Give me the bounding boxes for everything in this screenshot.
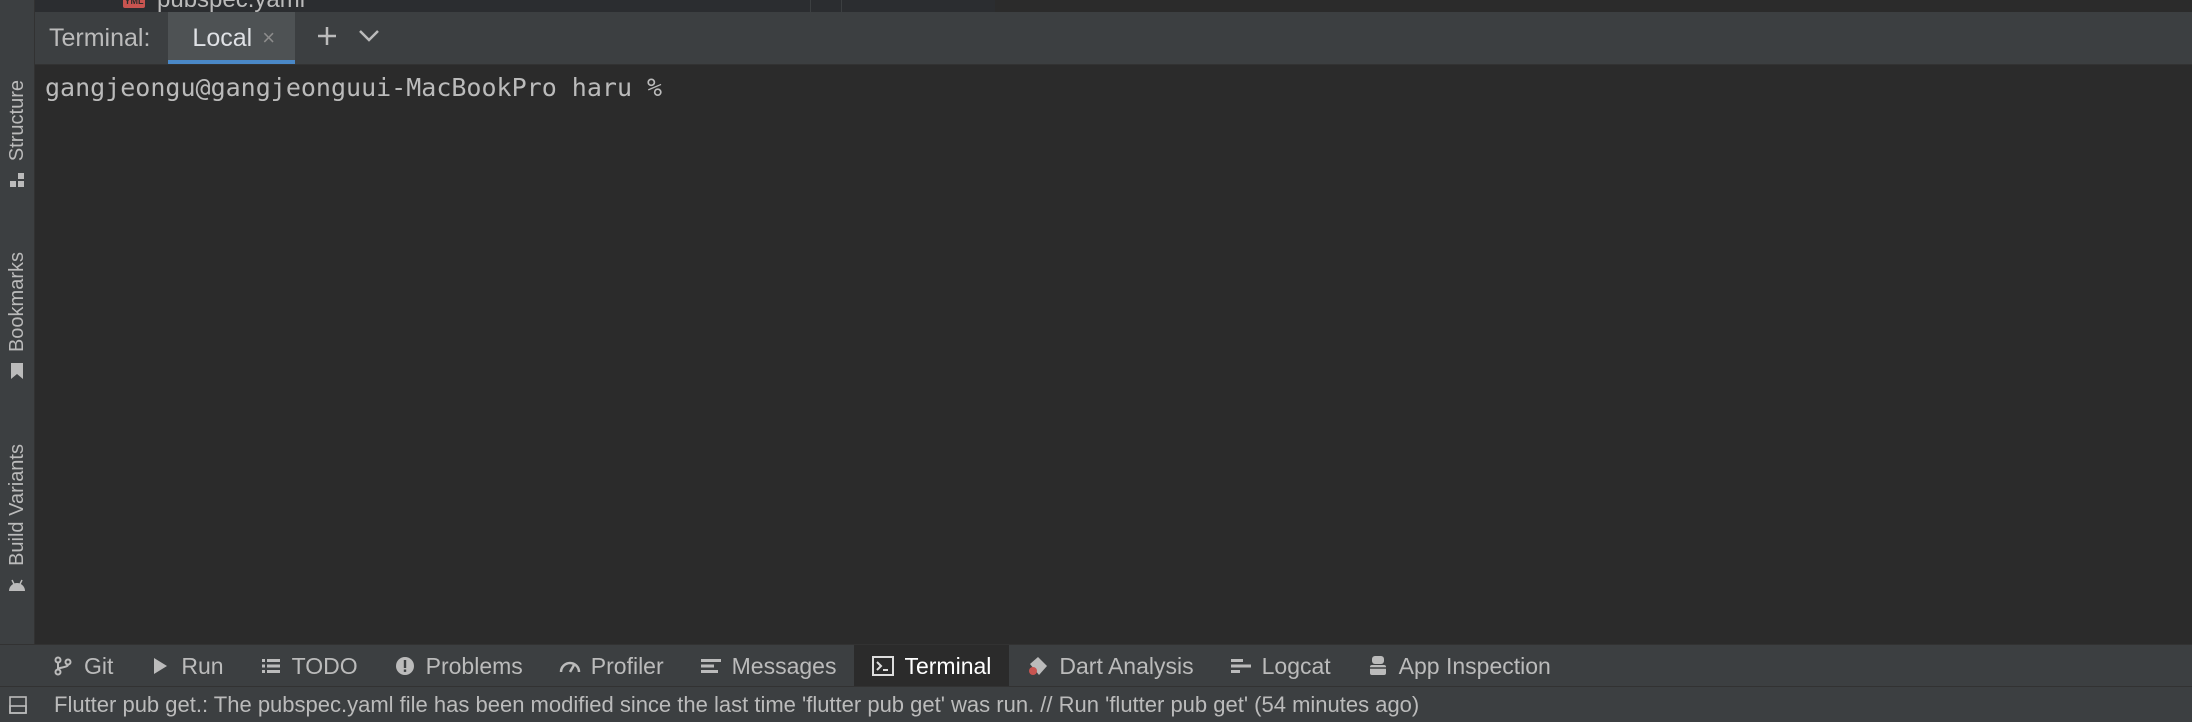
tool-tab-label: Git <box>84 652 114 679</box>
tool-tab-logcat[interactable]: Logcat <box>1212 645 1349 687</box>
app-inspection-icon <box>1367 655 1389 677</box>
tool-tab-label: Terminal <box>904 652 992 679</box>
terminal-icon <box>872 655 895 677</box>
tool-tab-problems[interactable]: Problems <box>376 645 541 687</box>
tool-tab-label: Messages <box>731 652 837 679</box>
divider <box>810 0 811 12</box>
tool-tab-label: Build Variants <box>5 444 28 566</box>
tool-tab-git[interactable]: Git <box>0 645 131 687</box>
bookmark-icon <box>8 362 26 380</box>
messages-icon <box>700 655 722 677</box>
tool-tab-label: Problems <box>425 652 523 679</box>
project-panel-edge: YML pubspec.yaml <box>35 0 995 12</box>
tool-tab-label: Dart Analysis <box>1059 652 1194 679</box>
terminal-output[interactable]: gangjeongu@gangjeonguui-MacBookPro haru … <box>35 65 2192 643</box>
status-message[interactable]: Flutter pub get.: The pubspec.yaml file … <box>54 692 1419 718</box>
new-session-button[interactable] <box>307 18 347 58</box>
shell-prompt: gangjeongu@gangjeonguui-MacBookPro haru … <box>45 73 663 102</box>
tool-tab-structure[interactable]: Structure <box>0 80 34 189</box>
tab-local[interactable]: Local × <box>168 12 296 64</box>
tool-tab-label: TODO <box>291 652 358 679</box>
tool-tab-profiler[interactable]: Profiler <box>541 645 682 687</box>
list-icon <box>260 655 282 677</box>
tool-tab-label: Bookmarks <box>5 252 28 353</box>
terminal-title: Terminal: <box>49 23 151 52</box>
editor-top-strip: YML pubspec.yaml <box>35 0 2192 12</box>
git-branch-icon <box>52 655 74 677</box>
tool-tab-label: App Inspection <box>1398 652 1551 679</box>
left-tool-stripe: Structure Bookmarks Build Variants <box>0 0 35 645</box>
project-file-name[interactable]: pubspec.yaml <box>157 0 305 12</box>
play-icon <box>149 655 171 677</box>
active-tab-indicator <box>168 60 296 64</box>
tool-windows-toggle-icon[interactable] <box>8 695 28 715</box>
editor-panel-edge <box>995 0 2192 12</box>
tool-tab-messages[interactable]: Messages <box>682 645 855 687</box>
terminal-header: Terminal: Local × <box>35 12 2192 65</box>
tool-tab-app-inspection[interactable]: App Inspection <box>1349 645 1569 687</box>
problems-icon <box>394 655 416 677</box>
ide-window: YML pubspec.yaml Structure Bookmarks Bui… <box>0 0 2192 722</box>
session-dropdown-button[interactable] <box>349 18 389 58</box>
tool-tab-label: Logcat <box>1261 652 1331 679</box>
android-icon <box>8 576 26 594</box>
dart-analysis-icon <box>1027 655 1049 677</box>
yaml-file-icon: YML <box>123 0 145 8</box>
chevron-down-icon <box>358 29 380 48</box>
tool-tab-label: Run <box>181 652 224 679</box>
tool-tab-label: Profiler <box>590 652 664 679</box>
tool-tab-run[interactable]: Run <box>131 645 241 687</box>
plus-icon <box>316 25 338 52</box>
tool-tab-dart-analysis[interactable]: Dart Analysis <box>1009 645 1211 687</box>
close-icon[interactable]: × <box>262 25 275 51</box>
tool-tab-build-variants[interactable]: Build Variants <box>0 444 34 594</box>
tool-tab-terminal[interactable]: Terminal <box>854 645 1010 687</box>
status-bar: Flutter pub get.: The pubspec.yaml file … <box>0 686 2192 722</box>
tab-local-label: Local <box>192 23 253 52</box>
gauge-icon <box>559 655 581 677</box>
bottom-tool-bar: Git Run TODO Problems Profiler Messages … <box>0 644 2192 687</box>
structure-icon <box>8 171 26 189</box>
tool-tab-todo[interactable]: TODO <box>242 645 376 687</box>
tool-tab-bookmarks[interactable]: Bookmarks <box>0 252 34 380</box>
divider <box>841 0 842 12</box>
tool-tab-label: Structure <box>5 80 28 162</box>
logcat-icon <box>1230 655 1252 677</box>
